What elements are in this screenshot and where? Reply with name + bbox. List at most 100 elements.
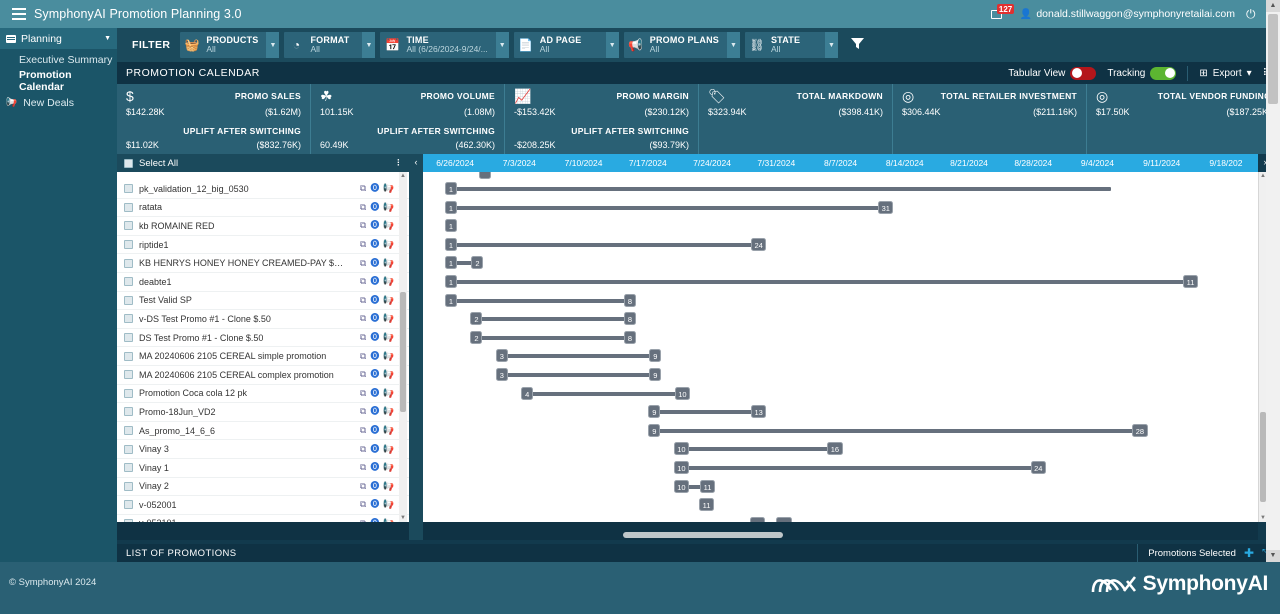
copy-icon[interactable]: ⧉ [360, 202, 366, 212]
copy-icon[interactable]: ⧉ [360, 351, 366, 361]
copy-icon[interactable]: ⧉ [360, 388, 366, 398]
gantt-bar[interactable] [653, 410, 755, 415]
gantt-row[interactable]: 39 [423, 347, 1258, 366]
sidebar-item-promotion-calendar[interactable]: Promotion Calendar [0, 69, 117, 93]
gantt-horizontal-scrollbar[interactable] [423, 530, 1258, 540]
megaphone-icon[interactable]: 📢 [383, 332, 394, 342]
gantt-row[interactable]: 18 [423, 292, 1258, 311]
list-options-menu-icon[interactable]: ⠇ [396, 158, 409, 169]
row-checkbox[interactable] [124, 240, 133, 250]
row-checkbox[interactable] [124, 351, 133, 361]
row-checkbox[interactable] [124, 370, 133, 380]
gantt-row[interactable]: 39 [423, 366, 1258, 385]
gantt-bar-end-cap[interactable]: 10 [674, 386, 691, 400]
gantt-bar[interactable] [653, 428, 1137, 433]
chevron-down-icon[interactable]: ▼ [726, 32, 740, 58]
gantt-row[interactable]: 9 13 [423, 403, 1258, 422]
filter-ad-page[interactable]: 📄 AD PAGE All ▼ [513, 32, 619, 58]
gantt-bar-end-cap[interactable]: 13 [751, 405, 767, 419]
clock-icon[interactable]: ⓿ [370, 444, 379, 454]
gantt-bar-end-cap[interactable]: 11 [700, 479, 715, 493]
clock-icon[interactable]: ⓿ [370, 463, 379, 472]
scroll-track[interactable] [1266, 12, 1280, 550]
copy-icon[interactable]: ⧉ [360, 295, 366, 305]
gantt-row[interactable]: 10 11 [423, 478, 1258, 497]
scroll-thumb[interactable] [400, 292, 406, 412]
chevron-down-icon[interactable]: ▼ [266, 32, 280, 58]
clock-icon[interactable]: ⓿ [370, 314, 379, 323]
table-row[interactable]: Vinay 2⧉⓿📢ℹ [117, 478, 409, 497]
scroll-up-icon[interactable]: ▲ [1266, 0, 1280, 12]
gantt-row[interactable]: 1 [423, 180, 1258, 199]
scroll-thumb[interactable] [1268, 14, 1278, 104]
scroll-up-icon[interactable]: ▲ [399, 172, 407, 180]
gantt-row[interactable]: 4 10 [423, 385, 1258, 404]
megaphone-icon[interactable]: 📢 [383, 202, 394, 212]
copy-icon[interactable]: ⧉ [360, 258, 366, 268]
clock-icon[interactable]: ⓿ [370, 240, 379, 249]
megaphone-icon[interactable]: 📢 [383, 258, 394, 268]
row-checkbox[interactable] [124, 184, 133, 194]
gantt-bar-end-cap[interactable]: 28 [1132, 423, 1148, 437]
sidebar-section-planning[interactable]: Planning ▼ [0, 28, 117, 49]
gantt-bar[interactable] [450, 279, 1188, 284]
megaphone-icon[interactable]: 📢 [383, 369, 394, 379]
row-checkbox[interactable] [124, 221, 133, 231]
tabular-view-switch[interactable] [1070, 66, 1097, 80]
clock-icon[interactable]: ⓿ [370, 518, 379, 522]
gantt-bar-start-cap[interactable]: 1 [445, 256, 457, 270]
clock-icon[interactable]: ⓿ [370, 407, 379, 416]
table-row[interactable]: DS Test Promo #1 - Clone $.50⧉⓿📢ℹ [117, 329, 409, 348]
table-row[interactable]: Promotion Coca cola 12 pk⧉⓿📢ℹ [117, 385, 409, 404]
row-checkbox[interactable] [124, 481, 133, 491]
promotion-list-scrollbar[interactable]: ▲ ▼ [399, 172, 407, 522]
copy-icon[interactable]: ⧉ [360, 444, 366, 454]
gantt-bar-start-cap[interactable]: 1 [445, 219, 457, 233]
gantt-bar-start-cap[interactable]: 13 [750, 516, 766, 522]
add-promotion-icon[interactable]: ✚ [1244, 546, 1254, 560]
gantt-bar[interactable] [450, 298, 628, 303]
copy-icon[interactable]: ⧉ [360, 277, 366, 286]
filter-state[interactable]: ⛓ STATE All ▼ [744, 32, 838, 58]
gantt-bar-start-cap[interactable]: 11 [699, 498, 714, 512]
power-icon[interactable]: ⏻ [1246, 7, 1256, 22]
gantt-bar-start-cap[interactable]: 3 [495, 367, 508, 381]
gantt-bar-end-cap[interactable]: 14 [776, 516, 792, 522]
sidebar-item-executive-summary[interactable]: Executive Summary [0, 49, 117, 70]
clock-icon[interactable]: ⓿ [370, 202, 379, 212]
row-checkbox[interactable] [124, 463, 133, 473]
scroll-down-icon[interactable]: ▼ [399, 514, 407, 522]
copy-icon[interactable]: ⧉ [360, 518, 366, 522]
filter-format[interactable]: ◔ FORMAT All ▼ [284, 32, 376, 58]
table-row[interactable]: ratata⧉⓿📢ℹ [117, 199, 409, 218]
tracking-toggle[interactable]: Tracking [1107, 66, 1177, 80]
gantt-row[interactable]: 1 24 [423, 236, 1258, 255]
gantt-bar-start-cap[interactable]: 1 [445, 274, 457, 288]
export-button[interactable]: ⊞ Export ▾ [1199, 68, 1251, 79]
gantt-row[interactable]: 11 [423, 496, 1258, 515]
gantt-bar-start-cap[interactable]: 1 [445, 200, 457, 214]
gantt-bar[interactable] [500, 372, 654, 377]
funnel-filter-icon[interactable] [850, 37, 864, 53]
gantt-bar-start-cap[interactable]: 1 [445, 237, 457, 251]
megaphone-icon[interactable]: 📢 [383, 406, 394, 416]
gantt-chart-area[interactable]: 1 1 31 1 1 24 1 2 1 11 1 8 2 8 2 8 3 9 3 9 4 10 9 13 9 28 10 16 10 24… [423, 172, 1258, 522]
megaphone-icon[interactable]: 📢 [383, 351, 394, 361]
gantt-bar[interactable] [450, 205, 883, 210]
gantt-bar[interactable] [450, 242, 755, 247]
tabular-view-toggle[interactable]: Tabular View [1008, 66, 1097, 80]
gantt-bar-start-cap[interactable]: 10 [673, 460, 690, 474]
tracking-switch[interactable] [1150, 66, 1177, 80]
gantt-row[interactable]: 1 11 [423, 273, 1258, 292]
gantt-bar-end-cap[interactable]: 31 [878, 200, 894, 214]
clock-icon[interactable]: ⓿ [370, 184, 379, 193]
gantt-bar[interactable] [475, 317, 628, 322]
gantt-bar-end-cap[interactable]: 24 [1030, 460, 1046, 474]
copy-icon[interactable]: ⧉ [360, 500, 366, 509]
table-row[interactable]: KB HENRYS HONEY HONEY CREAMED-PAY $ U...… [117, 254, 409, 273]
table-row[interactable]: Test Valid SP⧉⓿📢ℹ [117, 292, 409, 311]
clock-icon[interactable]: ⓿ [370, 258, 379, 268]
row-checkbox[interactable] [124, 518, 133, 522]
gantt-bar-end-cap[interactable]: 8 [623, 312, 636, 326]
scroll-down-icon[interactable]: ▼ [1266, 550, 1280, 562]
